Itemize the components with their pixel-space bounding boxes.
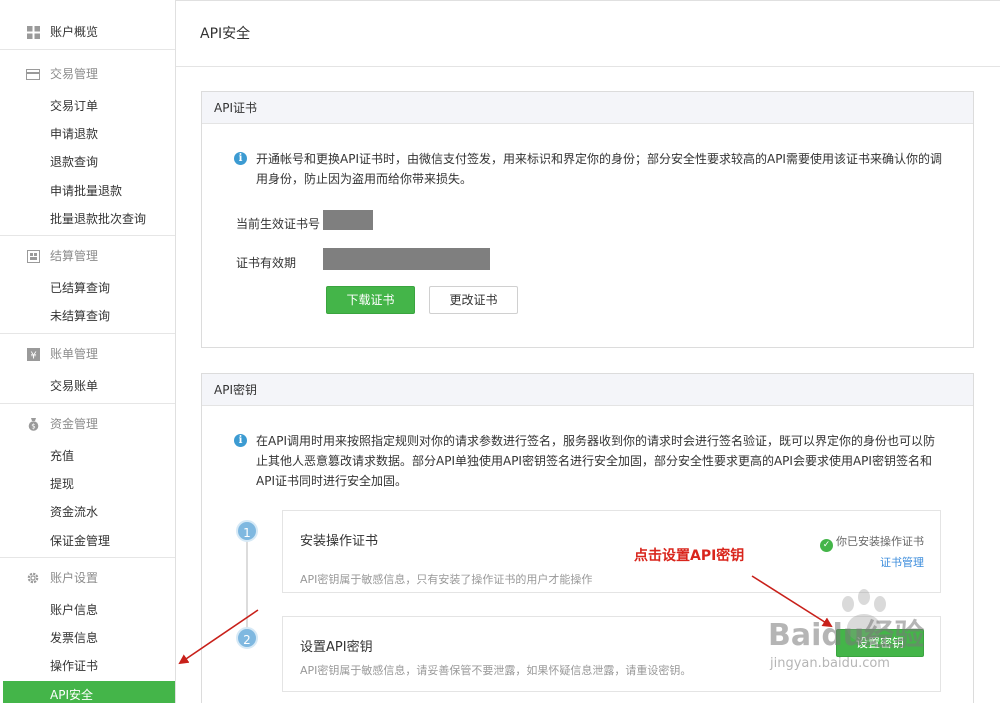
cert-installed-text: 你已安装操作证书 [836,535,924,548]
key-info-text: 在API调用时用来按照指定规则对你的请求参数进行签名，服务器收到你的请求时会进行… [256,434,935,488]
set-key-button[interactable]: 设置密钥 [836,629,924,657]
card-icon [26,67,40,81]
sidebar-item-deposit[interactable]: 保证金管理 [0,527,175,555]
settlement-icon [26,249,40,263]
api-cert-panel: API证书 i 开通帐号和更换API证书时，由微信支付签发，用来标识和界定你的身… [201,91,974,348]
check-circle-icon: ✓ [820,539,833,552]
group-title-text: 结算管理 [50,249,99,263]
info-icon: i [234,434,247,447]
cert-management-link[interactable]: 证书管理 [880,554,924,570]
sidebar-item-account-info[interactable]: 账户信息 [0,596,175,624]
sidebar-item-operation-cert[interactable]: 操作证书 [0,652,175,680]
sidebar-item-recharge[interactable]: 充值 [0,442,175,470]
sidebar-item-overview[interactable]: 账户概览 [0,0,175,50]
nav-group-funds: $ 资金管理 充值 提现 资金流水 保证金管理 [0,406,175,558]
group-title-text: 账单管理 [50,347,99,361]
step-title: 设置API密钥 [300,640,373,655]
step-number-2: 2 [236,627,258,649]
nav-group-bill: ¥ 账单管理 交易账单 [0,336,175,404]
cert-serial-label: 当前生效证书号 [236,217,321,231]
nav-group-title: 交易管理 [0,56,175,92]
yen-icon: ¥ [26,347,40,361]
cert-installed-status: ✓ 你已安装操作证书 [820,533,924,552]
cert-validity-value-redacted [323,248,490,270]
step-connector-line [246,532,248,642]
change-cert-button[interactable]: 更改证书 [429,286,518,314]
svg-text:¥: ¥ [30,350,36,361]
panel-title: API证书 [202,92,973,124]
nav-group-overview: 账户概览 [0,0,175,50]
info-icon: i [234,152,247,165]
nav-group-settlement: 结算管理 已结算查询 未结算查询 [0,238,175,334]
cert-serial-value-redacted [323,210,373,230]
cert-info-text: 开通帐号和更换API证书时，由微信支付签发，用来标识和界定你的身份；部分安全性要… [256,152,942,186]
download-cert-button[interactable]: 下载证书 [326,286,415,314]
step-card-install-cert: 安装操作证书 API密钥属于敏感信息，只有安装了操作证书的用户才能操作 ✓ 你已安… [282,510,941,593]
sidebar-item-unsettled-query[interactable]: 未结算查询 [0,302,175,330]
nav-group-account-settings: 账户设置 账户信息 发票信息 操作证书 API安全 [0,560,175,703]
sidebar-item-api-security[interactable]: API安全 [3,680,175,703]
sidebar-item-trade-orders[interactable]: 交易订单 [0,92,175,120]
nav-group-title: 账户设置 [0,560,175,596]
sidebar-item-apply-refund[interactable]: 申请退款 [0,120,175,148]
page-title: API安全 [176,1,1000,67]
nav-group-title: ¥ 账单管理 [0,336,175,372]
sidebar-item-label: 账户概览 [50,25,99,39]
cert-info: i 开通帐号和更换API证书时，由微信支付签发，用来标识和界定你的身份；部分安全… [234,149,943,189]
step-desc: API密钥属于敏感信息，请妥善保管不要泄露，如果怀疑信息泄露，请重设密钥。 [300,664,692,677]
api-key-panel: API密钥 i 在API调用时用来按照指定规则对你的请求参数进行签名，服务器收到… [201,373,974,703]
group-title-text: 交易管理 [50,67,99,81]
sidebar-item-batch-refund[interactable]: 申请批量退款 [0,177,175,205]
step-desc: API密钥属于敏感信息，只有安装了操作证书的用户才能操作 [300,573,593,586]
nav-group-title: $ 资金管理 [0,406,175,442]
group-title-text: 资金管理 [50,417,99,431]
step-number-1: 1 [236,520,258,542]
step-card-set-key: 设置API密钥 API密钥属于敏感信息，请妥善保管不要泄露，如果怀疑信息泄露，请… [282,616,941,692]
annotation-text: 点击设置API密钥 [634,548,745,564]
nav-group-title: 结算管理 [0,238,175,274]
panel-title: API密钥 [202,374,973,406]
sidebar-item-withdraw[interactable]: 提现 [0,470,175,498]
main-content: API安全 API证书 i 开通帐号和更换API证书时，由微信支付签发，用来标识… [176,0,1000,703]
gear-icon [26,571,40,585]
step-title: 安装操作证书 [300,534,379,549]
sidebar: 账户概览 交易管理 交易订单 申请退款 退款查询 申请批量退款 批量退款批次查询… [0,0,176,703]
sidebar-item-settled-query[interactable]: 已结算查询 [0,274,175,302]
money-bag-icon: $ [26,417,40,431]
nav-group-trade: 交易管理 交易订单 申请退款 退款查询 申请批量退款 批量退款批次查询 [0,56,175,236]
key-info: i 在API调用时用来按照指定规则对你的请求参数进行签名，服务器收到你的请求时会… [234,431,943,491]
sidebar-item-refund-query[interactable]: 退款查询 [0,148,175,176]
group-title-text: 账户设置 [50,571,99,585]
sidebar-item-trade-bill[interactable]: 交易账单 [0,372,175,400]
sidebar-item-invoice-info[interactable]: 发票信息 [0,624,175,652]
cert-validity-label: 证书有效期 [236,256,297,270]
sidebar-item-batch-refund-query[interactable]: 批量退款批次查询 [0,205,175,233]
svg-text:$: $ [31,423,35,431]
grid-icon [26,25,40,39]
sidebar-item-fund-flow[interactable]: 资金流水 [0,498,175,526]
